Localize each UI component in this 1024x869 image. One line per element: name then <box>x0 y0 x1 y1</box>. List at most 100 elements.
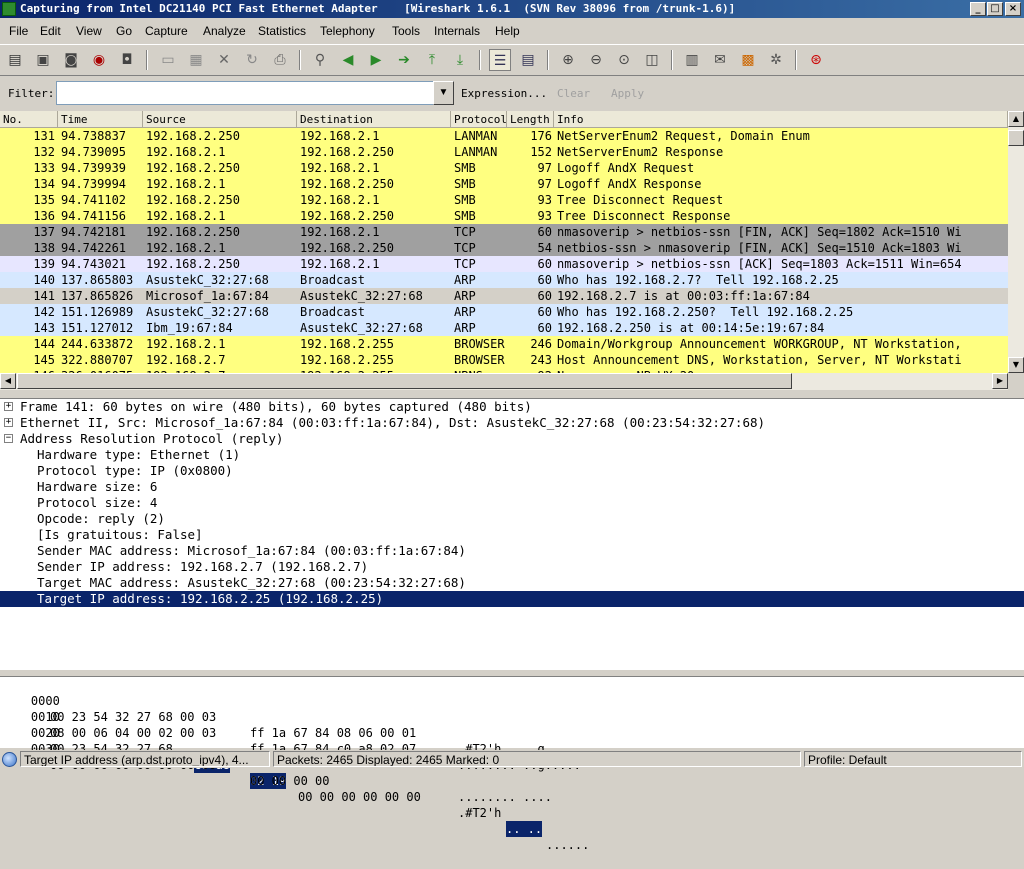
open-file-icon[interactable]: ▭ <box>157 49 179 71</box>
zoom-in-icon[interactable]: ⊕ <box>557 49 579 71</box>
menu-go[interactable]: Go <box>116 23 132 40</box>
packet-bytes-pane[interactable]: 0000 00 23 54 32 27 68 00 03 ff 1a 67 84… <box>0 676 1024 852</box>
column-header-protocol[interactable]: Protocol <box>451 111 507 128</box>
ascii-bytes-highlighted[interactable]: .. .. <box>506 821 543 837</box>
filter-dropdown-icon[interactable]: ▼ <box>433 81 454 105</box>
packet-row[interactable]: 140 137.865803 AsustekC_32:27:68 Broadcast A… <box>0 272 1008 288</box>
detail-row-selected[interactable]: Target IP address: 192.168.2.25 (192.168… <box>0 591 1024 607</box>
capture-filters-icon[interactable]: ▥ <box>681 49 703 71</box>
column-header-length[interactable]: Length <box>507 111 554 128</box>
save-file-icon[interactable]: ▦ <box>185 49 207 71</box>
detail-row[interactable]: Opcode: reply (2) <box>0 511 1024 527</box>
detail-row[interactable]: + Frame 141: 60 bytes on wire (480 bits),… <box>0 399 1024 415</box>
packet-list-hscrollbar[interactable]: ◀ ▶ <box>0 373 1008 390</box>
ascii-bytes[interactable]: ........ .... <box>458 789 552 805</box>
packet-details-tree[interactable]: + Frame 141: 60 bytes on wire (480 bits),… <box>0 398 1024 670</box>
scroll-left-icon[interactable]: ◀ <box>0 373 16 389</box>
column-header-source[interactable]: Source <box>143 111 297 128</box>
preferences-icon[interactable]: ✲ <box>765 49 787 71</box>
stop-capture-icon[interactable]: ◉ <box>88 49 110 71</box>
column-header-no[interactable]: No. <box>0 111 58 128</box>
packet-row[interactable]: 133 94.739939 192.168.2.250 192.168.2.1 SMB 9… <box>0 160 1008 176</box>
packet-row[interactable]: 134 94.739994 192.168.2.1 192.168.2.250 SMB 9… <box>0 176 1008 192</box>
hex-bytes[interactable]: 00 23 54 32 27 68 00 03 <box>50 709 216 725</box>
detail-row[interactable]: Sender IP address: 192.168.2.7 (192.168.… <box>0 559 1024 575</box>
go-to-packet-icon[interactable]: ➔ <box>393 49 415 71</box>
interface-list-icon[interactable]: ▤ <box>4 49 26 71</box>
go-back-icon[interactable]: ◀ <box>337 49 359 71</box>
detail-row[interactable]: Target MAC address: AsustekC_32:27:68 (0… <box>0 575 1024 591</box>
close-file-icon[interactable]: ✕ <box>213 49 235 71</box>
expand-icon[interactable]: + <box>4 402 13 411</box>
reload-icon[interactable]: ↻ <box>241 49 263 71</box>
filter-input[interactable] <box>56 81 434 105</box>
menu-help[interactable]: Help <box>495 23 520 40</box>
column-header-time[interactable]: Time <box>58 111 143 128</box>
pane-splitter[interactable] <box>0 390 1024 398</box>
packet-row[interactable]: 137 94.742181 192.168.2.250 192.168.2.1 TCP 6… <box>0 224 1008 240</box>
menu-view[interactable]: View <box>76 23 102 40</box>
detail-row[interactable]: Protocol type: IP (0x0800) <box>0 463 1024 479</box>
packet-row[interactable]: 142 151.126989 AsustekC_32:27:68 Broadcast A… <box>0 304 1008 320</box>
column-header-destination[interactable]: Destination <box>297 111 451 128</box>
packet-list-vscrollbar[interactable]: ▲ ▼ <box>1008 111 1024 373</box>
ascii-bytes[interactable]: .#T2'h <box>458 805 501 821</box>
collapse-icon[interactable]: − <box>4 434 13 443</box>
detail-row[interactable]: Hardware size: 6 <box>0 479 1024 495</box>
packet-row[interactable]: 143 151.127012 Ibm_19:67:84 AsustekC_32:27:… <box>0 320 1008 336</box>
zoom-normal-icon[interactable]: ⊙ <box>613 49 635 71</box>
apply-button[interactable]: Apply <box>611 87 644 100</box>
scroll-right-icon[interactable]: ▶ <box>992 373 1008 389</box>
menu-telephony[interactable]: Telephony <box>320 23 375 40</box>
detail-row[interactable]: Sender MAC address: Microsof_1a:67:84 (0… <box>0 543 1024 559</box>
menu-statistics[interactable]: Statistics <box>258 23 306 40</box>
print-icon[interactable]: ⎙ <box>269 49 291 71</box>
hex-bytes[interactable]: 00 00 00 00 00 00 <box>298 789 421 805</box>
find-packet-icon[interactable]: ⚲ <box>309 49 331 71</box>
close-button[interactable]: × <box>1005 2 1021 16</box>
display-filters-icon[interactable]: ✉ <box>709 49 731 71</box>
clear-button[interactable]: Clear <box>557 87 590 100</box>
colorize-icon[interactable]: ☰ <box>489 49 511 71</box>
detail-row[interactable]: Hardware type: Ethernet (1) <box>0 447 1024 463</box>
menu-file[interactable]: File <box>9 23 28 40</box>
expand-icon[interactable]: + <box>4 418 13 427</box>
go-last-icon[interactable]: ⤓ <box>449 49 471 71</box>
packet-row[interactable]: 135 94.741102 192.168.2.250 192.168.2.1 SMB 9… <box>0 192 1008 208</box>
menu-analyze[interactable]: Analyze <box>203 23 246 40</box>
minimize-button[interactable]: _ <box>970 2 986 16</box>
wireshark-app-icon[interactable] <box>2 2 16 16</box>
packet-row[interactable]: 136 94.741156 192.168.2.1 192.168.2.250 SMB 9… <box>0 208 1008 224</box>
hscroll-thumb[interactable] <box>17 373 792 389</box>
menu-edit[interactable]: Edit <box>40 23 61 40</box>
packet-row[interactable]: 141 137.865826 Microsof_1a:67:84 AsustekC_3… <box>0 288 1008 304</box>
help-icon[interactable]: ⊛ <box>805 49 827 71</box>
packet-row[interactable]: 138 94.742261 192.168.2.1 192.168.2.250 TCP 5… <box>0 240 1008 256</box>
resize-columns-icon[interactable]: ◫ <box>641 49 663 71</box>
coloring-rules-icon[interactable]: ▩ <box>737 49 759 71</box>
menu-capture[interactable]: Capture <box>145 23 188 40</box>
scroll-down-icon[interactable]: ▼ <box>1008 357 1024 373</box>
detail-row[interactable]: − Address Resolution Protocol (reply) <box>0 431 1024 447</box>
detail-row[interactable]: + Ethernet II, Src: Microsof_1a:67:84 (00… <box>0 415 1024 431</box>
ascii-bytes[interactable]: ...... <box>546 837 589 853</box>
maximize-button[interactable]: □ <box>987 2 1003 16</box>
menu-tools[interactable]: Tools <box>392 23 420 40</box>
hex-bytes[interactable]: 00 00 00 00 <box>250 773 329 789</box>
scroll-thumb[interactable] <box>1008 130 1024 146</box>
zoom-out-icon[interactable]: ⊖ <box>585 49 607 71</box>
expert-info-icon[interactable] <box>2 752 17 767</box>
detail-row[interactable]: Protocol size: 4 <box>0 495 1024 511</box>
capture-options-icon[interactable]: ▣ <box>32 49 54 71</box>
hex-bytes[interactable]: 08 00 06 04 00 02 00 03 <box>50 725 216 741</box>
packet-list[interactable]: No. Time Source Destination Protocol Len… <box>0 111 1008 373</box>
restart-capture-icon[interactable]: ◘ <box>116 49 138 71</box>
scroll-up-icon[interactable]: ▲ <box>1008 111 1024 127</box>
status-profile[interactable]: Profile: Default <box>804 751 1022 767</box>
hex-bytes[interactable]: ff 1a 67 84 08 06 00 01 <box>250 725 416 741</box>
go-first-icon[interactable]: ⤒ <box>421 49 443 71</box>
packet-row[interactable]: 131 94.738837 192.168.2.250 192.168.2.1 LANM… <box>0 128 1008 144</box>
expression-button[interactable]: Expression... <box>461 87 547 100</box>
menu-internals[interactable]: Internals <box>434 23 480 40</box>
packet-row[interactable]: 132 94.739095 192.168.2.1 192.168.2.250 LANM… <box>0 144 1008 160</box>
